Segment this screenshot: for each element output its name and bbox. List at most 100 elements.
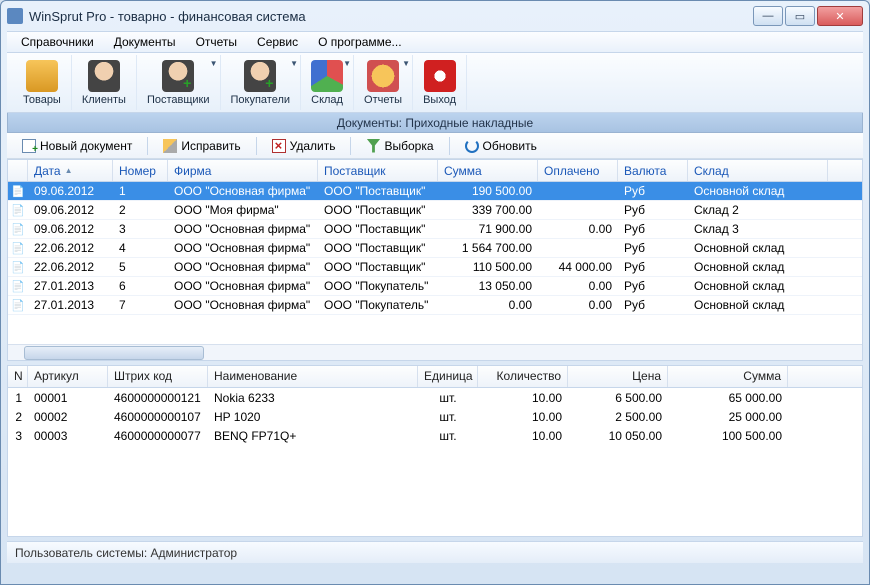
chevron-down-icon[interactable]: ▼ (343, 59, 351, 68)
detail-header-5[interactable]: Количество (478, 366, 568, 387)
menu-references[interactable]: Справочники (13, 33, 102, 51)
grid-header-6[interactable]: Валюта (618, 160, 688, 181)
toolbar-exit-button[interactable]: Выход (413, 55, 467, 110)
detail-row[interactable]: 1 00001 4600000000121 Nokia 6233 шт. 10.… (8, 388, 862, 407)
cell-barcode: 4600000000107 (108, 410, 208, 424)
grid-header-4[interactable]: Сумма (438, 160, 538, 181)
detail-header-4[interactable]: Единица (418, 366, 478, 387)
menu-about[interactable]: О программе... (310, 33, 409, 51)
detail-row[interactable]: 3 00003 4600000000077 BENQ FP71Q+ шт. 10… (8, 426, 862, 445)
cell-n: 1 (8, 391, 28, 405)
refresh-label: Обновить (483, 139, 537, 153)
cell-article: 00001 (28, 391, 108, 405)
cell-num: 7 (113, 298, 168, 312)
goods-icon (26, 60, 58, 92)
toolbar-goods-button[interactable]: Товары (13, 55, 72, 110)
edit-button[interactable]: Исправить (154, 136, 249, 156)
document-icon: 📄 (8, 204, 28, 217)
chevron-down-icon[interactable]: ▼ (402, 59, 410, 68)
new-document-button[interactable]: Новый документ (13, 136, 141, 156)
cell-paid: 44 000.00 (538, 260, 618, 274)
cell-sum: 65 000.00 (668, 391, 788, 405)
edit-icon (163, 139, 177, 153)
cell-currency: Руб (618, 241, 688, 255)
buyers-icon: + (244, 60, 276, 92)
cell-barcode: 4600000000077 (108, 429, 208, 443)
document-icon: 📄 (8, 280, 28, 293)
minimize-button[interactable]: — (753, 6, 783, 26)
detail-header-0[interactable]: N (8, 366, 28, 387)
detail-header-1[interactable]: Артикул (28, 366, 108, 387)
grid-header-0[interactable]: Дата (28, 160, 113, 181)
delete-button[interactable]: Удалить (263, 136, 345, 156)
titlebar[interactable]: WinSprut Pro - товарно - финансовая сист… (1, 1, 869, 31)
window: WinSprut Pro - товарно - финансовая сист… (0, 0, 870, 585)
cell-sum: 25 000.00 (668, 410, 788, 424)
cell-name: BENQ FP71Q+ (208, 429, 418, 443)
table-row[interactable]: 📄 22.06.2012 5 ООО "Основная фирма" ООО … (8, 258, 862, 277)
toolbar-buyers-button[interactable]: +Покупатели▼ (221, 55, 302, 110)
cell-firm: ООО "Основная фирма" (168, 241, 318, 255)
grid-header-5[interactable]: Оплачено (538, 160, 618, 181)
cell-firm: ООО "Основная фирма" (168, 260, 318, 274)
detail-body[interactable]: 1 00001 4600000000121 Nokia 6233 шт. 10.… (8, 388, 862, 445)
toolbar-warehouse-button[interactable]: Склад▼ (301, 55, 354, 110)
grid-header-1[interactable]: Номер (113, 160, 168, 181)
horizontal-scrollbar[interactable] (8, 344, 862, 360)
cell-currency: Руб (618, 203, 688, 217)
toolbar-suppliers-button[interactable]: +Поставщики▼ (137, 55, 221, 110)
cell-sum: 100 500.00 (668, 429, 788, 443)
cell-date: 27.01.2013 (28, 298, 113, 312)
edit-label: Исправить (181, 139, 240, 153)
grid-header-2[interactable]: Фирма (168, 160, 318, 181)
grid-body[interactable]: 📄 09.06.2012 1 ООО "Основная фирма" ООО … (8, 182, 862, 315)
menu-reports[interactable]: Отчеты (188, 33, 245, 51)
statusbar: Пользователь системы: Администратор (7, 541, 863, 563)
cell-supplier: ООО "Поставщик" (318, 260, 438, 274)
chevron-down-icon[interactable]: ▼ (210, 59, 218, 68)
new-document-label: Новый документ (40, 139, 132, 153)
maximize-button[interactable]: ▭ (785, 6, 815, 26)
cell-warehouse: Основной склад (688, 260, 828, 274)
cell-date: 22.06.2012 (28, 260, 113, 274)
table-row[interactable]: 📄 22.06.2012 4 ООО "Основная фирма" ООО … (8, 239, 862, 258)
cell-qty: 10.00 (478, 410, 568, 424)
table-row[interactable]: 📄 09.06.2012 2 ООО "Моя фирма" ООО "Пост… (8, 201, 862, 220)
filter-button[interactable]: Выборка (357, 136, 442, 156)
toolbar-clients-button[interactable]: Клиенты (72, 55, 137, 110)
cell-firm: ООО "Основная фирма" (168, 222, 318, 236)
grid-header-7[interactable]: Склад (688, 160, 828, 181)
cell-currency: Руб (618, 298, 688, 312)
menu-documents[interactable]: Документы (106, 33, 184, 51)
cell-warehouse: Основной склад (688, 298, 828, 312)
menubar: Справочники Документы Отчеты Сервис О пр… (7, 31, 863, 53)
grid-header-3[interactable]: Поставщик (318, 160, 438, 181)
table-row[interactable]: 📄 09.06.2012 1 ООО "Основная фирма" ООО … (8, 182, 862, 201)
cell-sum: 13 050.00 (438, 279, 538, 293)
toolbar-reports-button[interactable]: Отчеты▼ (354, 55, 413, 110)
grid-header: ДатаНомерФирмаПоставщикСуммаОплаченоВалю… (8, 160, 862, 182)
toolbar-label: Поставщики (147, 94, 210, 106)
scrollbar-thumb[interactable] (24, 346, 204, 360)
new-document-icon (22, 139, 36, 153)
detail-row[interactable]: 2 00002 4600000000107 HP 1020 шт. 10.00 … (8, 407, 862, 426)
detail-header: NАртикулШтрих кодНаименованиеЕдиницаКоли… (8, 366, 862, 388)
cell-num: 4 (113, 241, 168, 255)
chevron-down-icon[interactable]: ▼ (290, 59, 298, 68)
detail-header-7[interactable]: Сумма (668, 366, 788, 387)
table-row[interactable]: 📄 27.01.2013 6 ООО "Основная фирма" ООО … (8, 277, 862, 296)
section-header: Документы: Приходные накладные (7, 113, 863, 133)
delete-icon (272, 139, 286, 153)
detail-header-3[interactable]: Наименование (208, 366, 418, 387)
menu-service[interactable]: Сервис (249, 33, 306, 51)
toolbar-label: Товары (23, 94, 61, 106)
detail-header-6[interactable]: Цена (568, 366, 668, 387)
cell-qty: 10.00 (478, 391, 568, 405)
cell-num: 3 (113, 222, 168, 236)
refresh-button[interactable]: Обновить (456, 136, 546, 156)
table-row[interactable]: 📄 27.01.2013 7 ООО "Основная фирма" ООО … (8, 296, 862, 315)
detail-header-2[interactable]: Штрих код (108, 366, 208, 387)
close-button[interactable]: ✕ (817, 6, 863, 26)
table-row[interactable]: 📄 09.06.2012 3 ООО "Основная фирма" ООО … (8, 220, 862, 239)
grid-rowicon-header (8, 160, 28, 181)
